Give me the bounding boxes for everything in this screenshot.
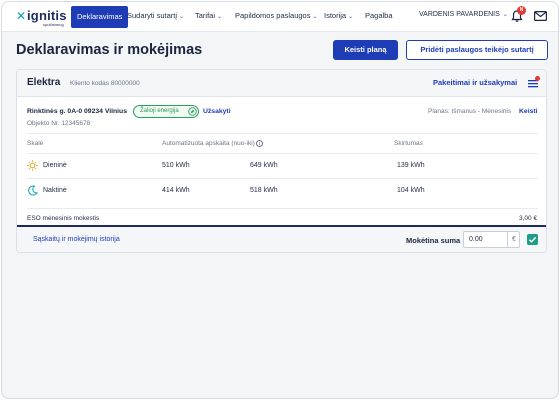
nav-item-deklaravimas[interactable]: Deklaravimas (71, 6, 129, 28)
top-nav: ✕ ignitis spulfairmug Deklaravimas Sudar… (2, 2, 558, 32)
billing-history-link[interactable]: Sąskaitų ir mokėjimų istorija (33, 236, 120, 243)
reading-from: 510 kWh (162, 162, 190, 169)
divider (27, 153, 538, 154)
reading-to: 649 kWh (250, 162, 278, 169)
confirm-checkbox[interactable] (527, 234, 538, 245)
chevron-down-icon: ⌄ (348, 14, 354, 20)
nav-item-label: Istorija (324, 11, 347, 20)
reading-diff: 104 kWh (397, 187, 425, 194)
electricity-card: Elektra Kliento kodas 80000000 Pakeitima… (16, 69, 547, 253)
column-header-auto: Automatizuota apskaita (nuo-iki) i (162, 140, 263, 147)
changes-orders-link[interactable]: Pakeitimai ir užsakymai (433, 78, 517, 87)
amount-due-label: Mokėtina suma (406, 236, 461, 245)
sun-icon (27, 160, 38, 171)
nav-item-tarifai[interactable]: Tarifai ⌄ (195, 11, 222, 20)
column-header-auto-label: Automatizuota apskaita (nuo-iki) (162, 140, 255, 148)
user-name: VARDENIS PAVARDENIS (419, 11, 500, 18)
order-green-energy-link[interactable]: Užsakyti (203, 108, 231, 115)
moon-icon (28, 185, 38, 196)
user-menu[interactable]: VARDENIS PAVARDENIS ⌄ (419, 11, 508, 18)
add-provider-contract-button[interactable]: Pridėti paslaugos teikėjo sutartį (406, 40, 548, 60)
green-energy-label: Žalioji energija (140, 108, 179, 114)
reading-from: 414 kWh (162, 187, 190, 194)
eso-fee-value: 3,00 € (519, 215, 538, 222)
nav-item-sudaryti-sutarti[interactable]: Sudaryti sutartį ⌄ (127, 11, 184, 20)
currency-label: € (507, 231, 520, 248)
green-energy-badge: Žalioji energija (133, 105, 199, 118)
row-label-night: Naktinė (43, 187, 67, 194)
divider (27, 178, 538, 179)
object-number: Objekto Nr. 12345678 (27, 120, 91, 127)
nav-item-label: Sudaryti sutartį (127, 11, 178, 20)
card-title: Elektra (27, 77, 61, 88)
plan-info: Planas: Išmanus - Mėnesinis (428, 108, 512, 115)
change-plan-link[interactable]: Keisti (519, 108, 538, 115)
leaf-icon (188, 107, 197, 116)
app-window: ✕ ignitis spulfairmug Deklaravimas Sudar… (1, 1, 559, 399)
logo-tagline: spulfairmug (43, 22, 64, 27)
chevron-down-icon: ⌄ (312, 14, 318, 20)
card-footer: Sąskaitų ir mokėjimų istorija Mokėtina s… (17, 225, 546, 252)
mail-icon[interactable] (534, 11, 547, 21)
logo-mark-icon: ✕ (16, 9, 27, 23)
eso-fee-label: ESO mėnesinis mokestis (27, 215, 100, 222)
menu-alert-dot (535, 76, 540, 81)
column-header-diff: Skirtumas (394, 140, 423, 147)
nav-item-pagalba[interactable]: Pagalba (365, 11, 393, 20)
chevron-down-icon: ⌄ (179, 14, 185, 20)
nav-item-istorija[interactable]: Istorija ⌄ (324, 11, 353, 20)
nav-item-label: Deklaravimas (77, 12, 123, 21)
nav-item-label: Tarifai (195, 11, 216, 20)
change-plan-button[interactable]: Keisti planą (333, 40, 398, 60)
notification-badge: N (517, 6, 526, 15)
reading-to: 518 kWh (250, 187, 278, 194)
nav-item-label: Pagalba (365, 11, 393, 20)
reading-diff: 139 kWh (397, 162, 425, 169)
row-label-day: Dieninė (43, 162, 67, 169)
card-header: Elektra Kliento kodas 80000000 Pakeitima… (17, 70, 546, 97)
chevron-down-icon: ⌄ (502, 12, 508, 18)
column-header-scale: Skalė (27, 140, 44, 147)
object-address: Rinktinės g. 0A-0 09234 Vilnius (27, 108, 127, 115)
info-icon[interactable]: i (255, 140, 263, 147)
chevron-down-icon: ⌄ (217, 14, 223, 20)
nav-item-label: Papildomos paslaugos (235, 11, 311, 20)
divider (27, 133, 538, 134)
client-code: Kliento kodas 80000000 (70, 80, 140, 87)
logo-wordmark: ignitis (27, 8, 67, 23)
page-title: Deklaravimas ir mokėjimas (16, 42, 203, 58)
nav-item-papildomos-paslaugos[interactable]: Papildomos paslaugos ⌄ (235, 11, 318, 20)
divider (27, 208, 538, 209)
